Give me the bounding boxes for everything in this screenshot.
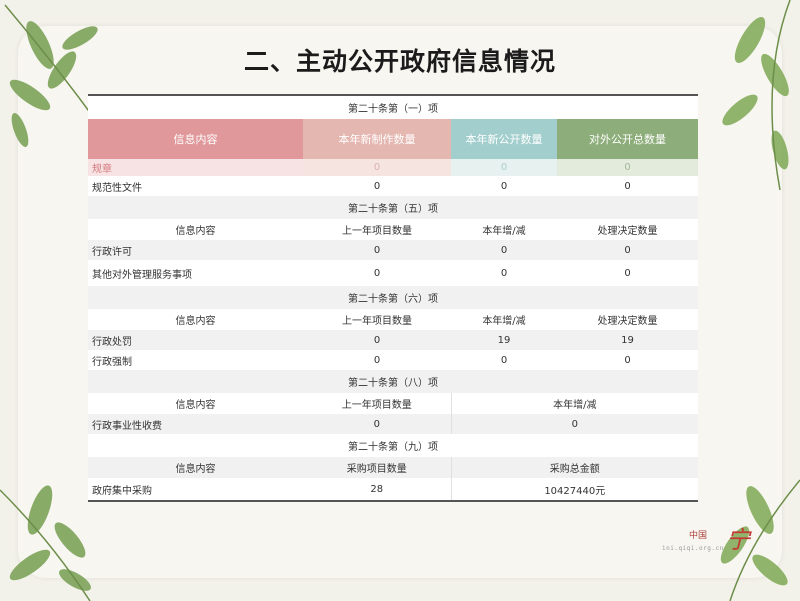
table-cell: 0 [303, 176, 451, 196]
page-title: 二、主动公开政府信息情况 [243, 47, 556, 76]
table-row: 政府集中采购 28 10427440元 [88, 478, 699, 500]
table-cell: 0 [303, 159, 451, 176]
table-row: 其他对外管理服务事项 0 0 0 [88, 260, 698, 286]
section-heading-row: 第二十条第（九）项 [88, 434, 699, 457]
table-header-row: 信息内容 采购项目数量 采购总金额 [88, 457, 699, 478]
table-cell: 0 [557, 240, 698, 260]
table-row: 行政事业性收费 0 0 [88, 414, 699, 434]
leaf-decoration-top-right-icon [722, 0, 791, 191]
column-header: 处理决定数量 [557, 309, 698, 330]
column-header: 信息内容 [88, 119, 303, 159]
column-header: 本年新制作数量 [303, 119, 451, 159]
disclosure-table: 第二十条第（一）项 信息内容 本年新制作数量 本年新公开数量 对外公开总数量 规… [88, 94, 699, 502]
table-cell: 0 [303, 350, 451, 370]
column-header: 上一年项目数量 [303, 309, 451, 330]
row-label: 行政强制 [88, 350, 303, 370]
table-cell: 0 [451, 159, 557, 176]
info-table-3col: 第二十条第（八）项 信息内容 上一年项目数量 本年增/减 行政事业性收费 0 0… [88, 370, 699, 500]
watermark: 中国 宁 ini.qiqi.org.cn [656, 518, 766, 558]
column-header: 上一年项目数量 [303, 393, 451, 414]
table-cell: 0 [451, 350, 557, 370]
section-heading-row: 第二十条第（一）项 [88, 96, 698, 119]
table-header-row: 信息内容 上一年项目数量 本年增/减 [88, 393, 699, 414]
table-row: 规章 0 0 0 [88, 159, 698, 176]
row-label: 规范性文件 [88, 176, 303, 196]
row-label: 规章 [88, 159, 303, 176]
row-label: 政府集中采购 [88, 478, 303, 500]
table-cell: 10427440元 [450, 478, 699, 500]
section-heading: 第二十条第（九）项 [88, 434, 699, 457]
column-header: 本年增/减 [450, 393, 699, 414]
table-cell: 19 [557, 330, 698, 350]
section-heading-row: 第二十条第（六）项 [88, 286, 698, 309]
table-header-row: 信息内容 上一年项目数量 本年增/减 处理决定数量 [88, 309, 698, 330]
info-table: 第二十条第（一）项 信息内容 本年新制作数量 本年新公开数量 对外公开总数量 规… [88, 96, 698, 370]
table-row: 规范性文件 0 0 0 [88, 176, 698, 196]
table-row: 行政处罚 0 19 19 [88, 330, 698, 350]
section-heading: 第二十条第（六）项 [88, 286, 698, 309]
column-header: 信息内容 [88, 457, 303, 478]
row-label: 行政事业性收费 [88, 414, 303, 434]
column-header: 处理决定数量 [557, 219, 698, 240]
table-cell: 0 [303, 260, 451, 286]
table-row: 行政许可 0 0 0 [88, 240, 698, 260]
column-header: 采购项目数量 [303, 457, 451, 478]
table-cell: 0 [303, 414, 451, 434]
table-cell: 0 [557, 260, 698, 286]
row-label: 其他对外管理服务事项 [88, 260, 303, 286]
column-header: 采购总金额 [450, 457, 699, 478]
table-cell: 0 [451, 176, 557, 196]
table-cell: 19 [451, 330, 557, 350]
table-cell: 0 [451, 240, 557, 260]
row-label: 行政许可 [88, 240, 303, 260]
section-heading: 第二十条第（一）项 [88, 96, 698, 119]
section-heading: 第二十条第（八）项 [88, 370, 699, 393]
column-header: 上一年项目数量 [303, 219, 451, 240]
section-heading-row: 第二十条第（八）项 [88, 370, 699, 393]
column-header: 信息内容 [88, 393, 303, 414]
column-header: 本年新公开数量 [451, 119, 557, 159]
column-header: 对外公开总数量 [557, 119, 698, 159]
table-row: 行政强制 0 0 0 [88, 350, 698, 370]
watermark-site: ini.qiqi.org.cn [662, 545, 724, 552]
column-header: 本年增/减 [451, 219, 557, 240]
table-header-row: 信息内容 上一年项目数量 本年增/减 处理决定数量 [88, 219, 698, 240]
table-cell: 0 [303, 240, 451, 260]
table-cell: 0 [303, 330, 451, 350]
row-label: 行政处罚 [88, 330, 303, 350]
table-header-row: 信息内容 本年新制作数量 本年新公开数量 对外公开总数量 [88, 119, 698, 159]
watermark-logo-icon: 宁 [726, 526, 750, 554]
column-header: 本年增/减 [451, 309, 557, 330]
table-cell: 0 [450, 414, 699, 434]
column-header: 信息内容 [88, 219, 303, 240]
table-cell: 28 [303, 478, 451, 500]
table-cell: 0 [557, 159, 698, 176]
section-heading: 第二十条第（五）项 [88, 196, 698, 219]
table-cell: 0 [557, 350, 698, 370]
table-cell: 0 [557, 176, 698, 196]
table-cell: 0 [451, 260, 557, 286]
watermark-brand: 中国 [689, 531, 708, 541]
section-heading-row: 第二十条第（五）项 [88, 196, 698, 219]
column-header: 信息内容 [88, 309, 303, 330]
